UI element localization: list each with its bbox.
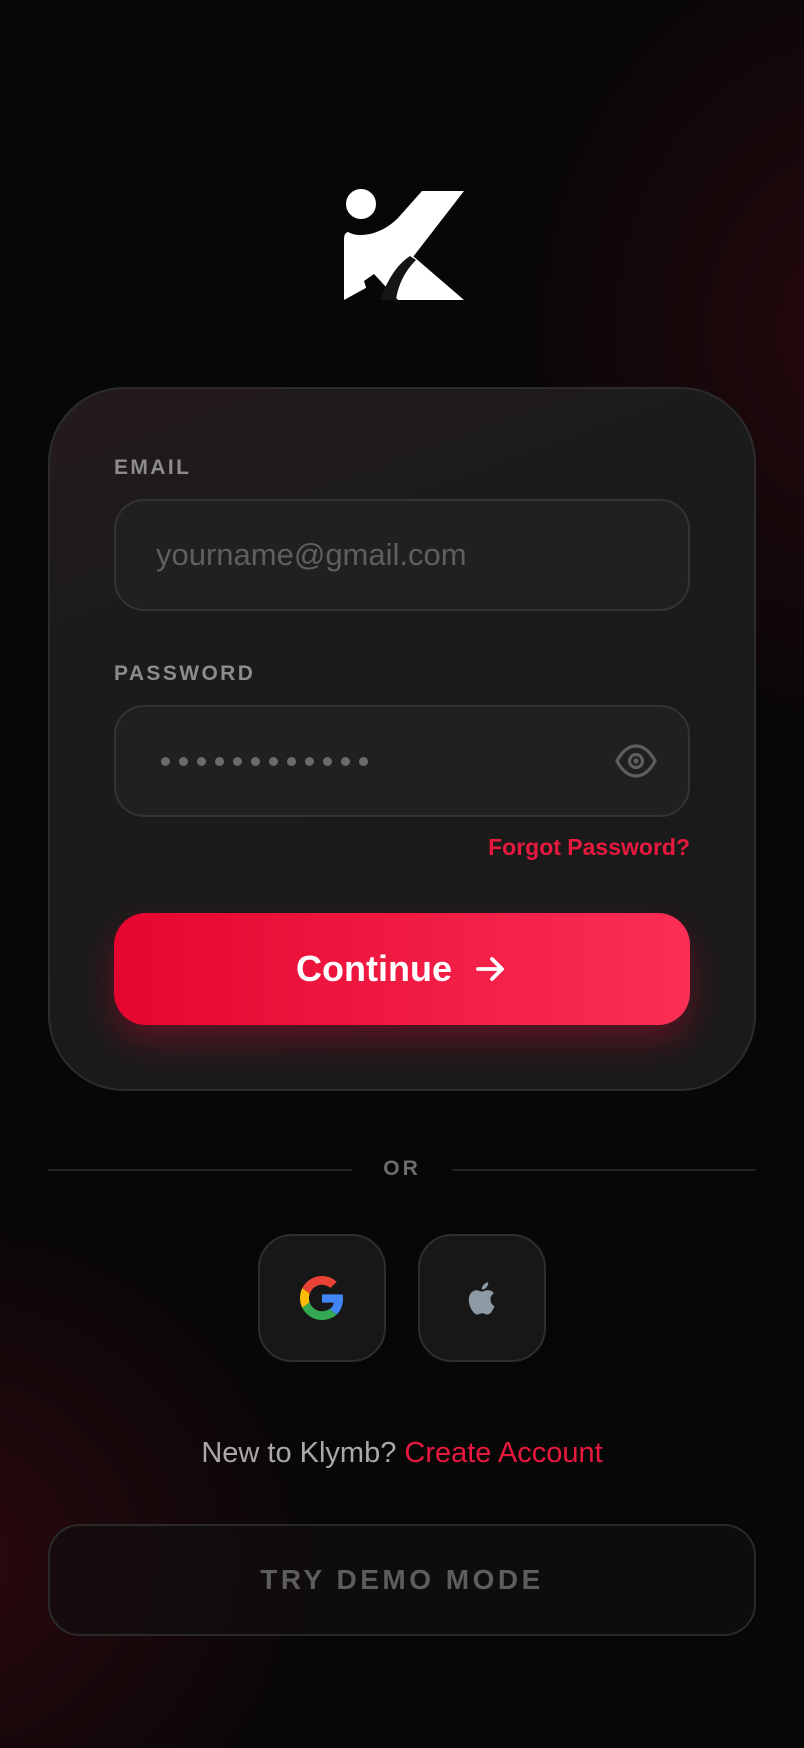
password-mask-dot [323, 756, 332, 766]
email-label: EMAIL [114, 456, 192, 479]
password-mask-dot [215, 756, 224, 766]
email-field[interactable] [156, 501, 636, 609]
eye-icon[interactable] [614, 739, 658, 783]
divider-line-left [48, 1169, 352, 1171]
try-demo-mode-label: TRY DEMO MODE [260, 1564, 544, 1595]
create-account-link[interactable]: Create Account [404, 1437, 602, 1469]
password-mask-dot [233, 756, 242, 766]
email-field-container [114, 499, 690, 611]
signup-question: New to Klymb? [201, 1437, 397, 1469]
continue-button[interactable]: Continue [114, 913, 690, 1025]
google-login-button[interactable] [258, 1234, 386, 1362]
password-mask-dot [269, 756, 278, 766]
password-mask-dot [359, 756, 368, 766]
password-mask-dot [161, 756, 170, 766]
password-field[interactable] [114, 705, 690, 817]
google-icon [300, 1276, 344, 1320]
password-mask-dot [179, 756, 188, 766]
divider-line-right [452, 1169, 756, 1171]
forgot-password-link[interactable]: Forgot Password? [488, 834, 690, 861]
login-screen: EMAIL PASSWORD Forgot Password? Continue… [0, 0, 804, 1748]
klymb-logo [344, 189, 464, 300]
password-label: PASSWORD [114, 662, 256, 685]
continue-label: Continue [296, 948, 452, 989]
or-divider-label: OR [383, 1157, 421, 1180]
apple-login-button[interactable] [418, 1234, 546, 1362]
apple-icon [468, 1282, 495, 1315]
password-mask-dot [197, 756, 206, 766]
password-mask-dot [305, 756, 314, 766]
arrow-right-icon [476, 957, 504, 981]
password-mask [161, 707, 368, 815]
try-demo-mode-button[interactable]: TRY DEMO MODE [48, 1524, 756, 1636]
password-mask-dot [287, 756, 296, 766]
password-mask-dot [341, 756, 350, 766]
signup-prompt: New to Klymb? Create Account [0, 1437, 804, 1470]
password-mask-dot [251, 756, 260, 766]
